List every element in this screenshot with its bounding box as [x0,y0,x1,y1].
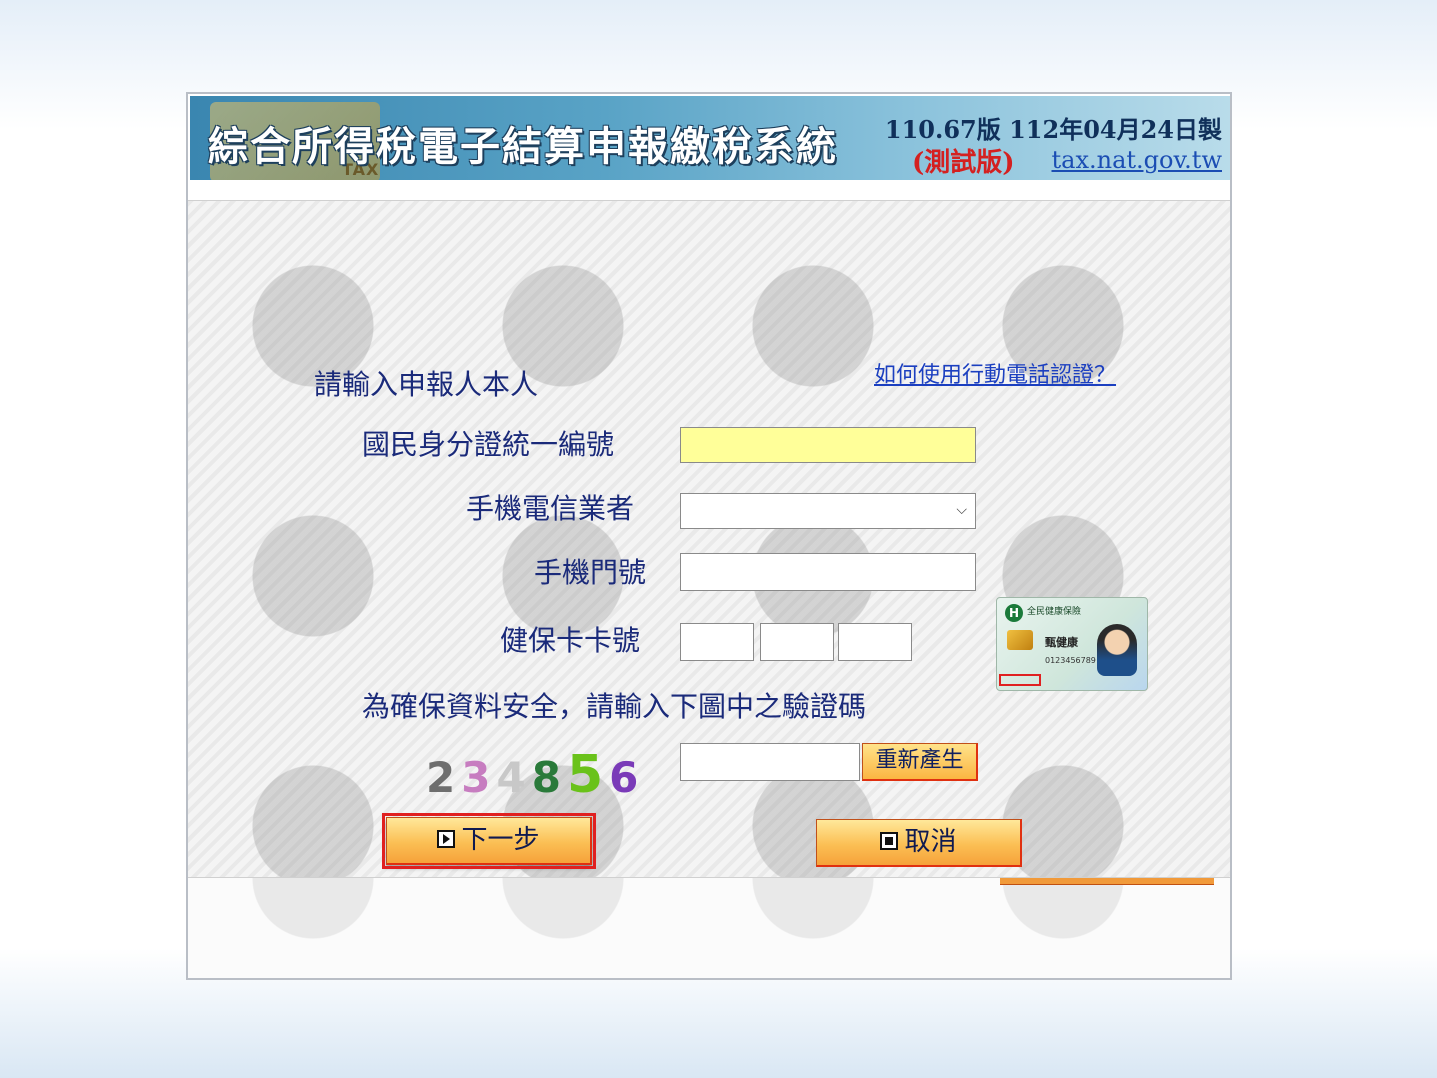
stop-icon [880,831,899,850]
nhi-card-org: 全民健康保險 [1027,607,1082,617]
chevron-down-icon: ⌵ [956,502,967,518]
captcha-image: 234856 [426,745,644,805]
nhi-card-part1-input[interactable] [680,623,754,661]
carrier-label: 手機電信業者 [466,492,635,525]
system-title: 綜合所得稅電子結算申報繳稅系統 [208,123,838,170]
version-label: 110.67版 112年04月24日製 [884,115,1222,144]
play-icon [437,829,456,848]
prompt-label: 請輸入申報人本人 [314,368,539,401]
captcha-digit: 8 [531,753,561,802]
card-number-highlight [999,674,1041,686]
next-step-button[interactable]: 下一步 [382,813,596,869]
captcha-digit: 5 [566,745,604,805]
id-number-input[interactable] [680,427,976,463]
nhi-card-label: 健保卡卡號 [500,624,641,657]
regenerate-captcha-button[interactable]: 重新產生 [862,743,978,781]
cancel-button[interactable]: 取消 [816,819,1022,867]
mobile-auth-help-link[interactable]: 如何使用行動電話認證？ [874,357,1116,389]
cancel-label: 取消 [904,827,957,857]
nhi-card-sample-image: H 全民健康保險 甄健康 0123456789 [996,597,1148,691]
header-banner: TAX 綜合所得稅電子結算申報繳稅系統 110.67版 112年04月24日製 … [190,96,1230,196]
nhi-card-name: 甄健康 [1045,636,1078,649]
lower-panel [188,878,1230,978]
captcha-digit: 2 [426,753,456,802]
carrier-select[interactable]: ⌵ [680,493,976,529]
site-link[interactable]: tax.nat.gov.tw [1052,146,1223,174]
phone-number-input[interactable] [680,553,976,591]
phone-label: 手機門號 [534,556,647,589]
captcha-prompt: 為確保資料安全，請輸入下圖中之驗證碼 [362,690,867,723]
captcha-input[interactable] [680,743,860,781]
next-step-label: 下一步 [461,825,540,855]
test-version-label: (測試版) [912,148,1015,178]
app-window: TAX 綜合所得稅電子結算申報繳稅系統 110.67版 112年04月24日製 … [186,92,1232,980]
captcha-digit: 6 [609,753,639,802]
login-panel: 請輸入申報人本人 如何使用行動電話認證？ 國民身分證統一編號 手機電信業者 ⌵ … [188,200,1230,878]
banner-strip [190,180,1230,196]
captcha-digit: 4 [496,753,526,802]
nhi-card-part2-input[interactable] [760,623,834,661]
card-chip-icon [1007,630,1033,650]
id-label: 國民身分證統一編號 [362,428,615,461]
partial-button-bar [1000,878,1214,885]
cardholder-photo [1097,624,1137,676]
captcha-digit: 3 [461,753,491,802]
nhi-logo-icon: H [1005,604,1023,622]
nhi-card-number: 0123456789 [1045,656,1096,665]
nhi-card-part3-input[interactable] [838,623,912,661]
